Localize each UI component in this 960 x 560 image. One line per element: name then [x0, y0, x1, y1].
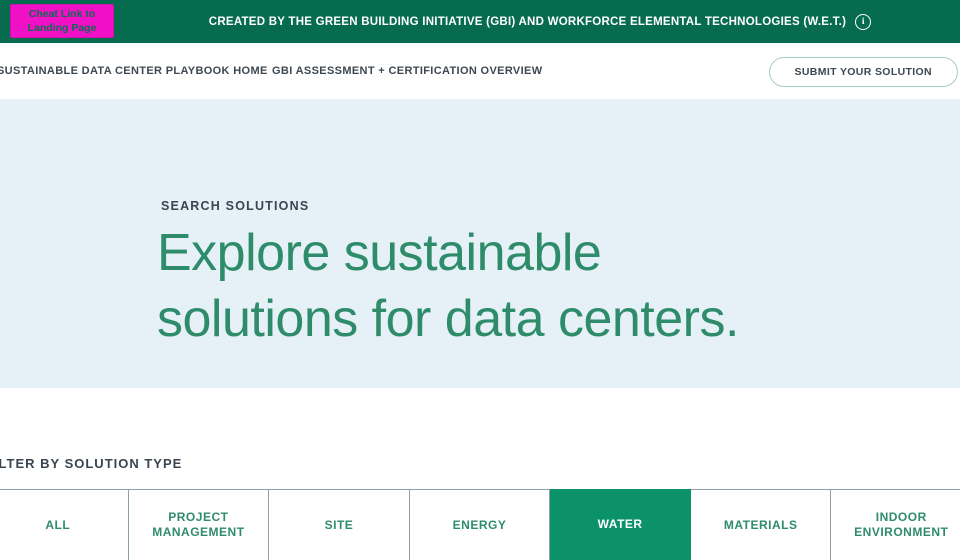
- nav-link-playbook-home[interactable]: SUSTAINABLE DATA CENTER PLAYBOOK HOME: [0, 43, 268, 99]
- credit-text: CREATED BY THE GREEN BUILDING INITIATIVE…: [208, 15, 847, 28]
- cheat-link-line2: Landing Page: [27, 22, 97, 34]
- page-title-line2: solutions for data centers.: [157, 290, 739, 348]
- tab-materials[interactable]: MATERIALS: [690, 490, 832, 560]
- page-title: Explore sustainable solutions for data c…: [157, 220, 739, 352]
- filter-by-solution-type-label: FILTER BY SOLUTION TYPE: [0, 456, 183, 471]
- cheat-link-button[interactable]: Cheat Link to Landing Page: [10, 4, 114, 38]
- credit-row: CREATED BY THE GREEN BUILDING INITIATIVE…: [120, 0, 960, 43]
- tab-project-management[interactable]: PROJECT MANAGEMENT: [128, 490, 270, 560]
- nav-link-gbi-overview[interactable]: GBI ASSESSMENT + CERTIFICATION OVERVIEW: [272, 43, 542, 99]
- submit-your-solution-button[interactable]: SUBMIT YOUR SOLUTION: [768, 57, 958, 87]
- tab-all[interactable]: ALL: [0, 490, 129, 560]
- page-title-line1: Explore sustainable: [157, 224, 602, 282]
- main-nav: SUSTAINABLE DATA CENTER PLAYBOOK HOME GB…: [0, 43, 960, 99]
- tab-energy[interactable]: ENERGY: [409, 490, 551, 560]
- top-banner: Cheat Link to Landing Page CREATED BY TH…: [0, 0, 960, 43]
- cheat-link-line1: Cheat Link to: [28, 7, 96, 20]
- tab-water[interactable]: WATER: [550, 489, 691, 560]
- info-circle-icon[interactable]: i: [855, 13, 872, 30]
- hero-section: SEARCH SOLUTIONS Explore sustainable sol…: [0, 99, 960, 388]
- solution-type-tabs: ALL PROJECT MANAGEMENT SITE ENERGY WATER MATE…: [0, 489, 960, 560]
- tab-indoor-environment[interactable]: INDOOR ENVIRONMENT: [831, 490, 960, 560]
- hero-eyebrow: SEARCH SOLUTIONS: [161, 199, 310, 213]
- tab-site[interactable]: SITE: [269, 490, 410, 560]
